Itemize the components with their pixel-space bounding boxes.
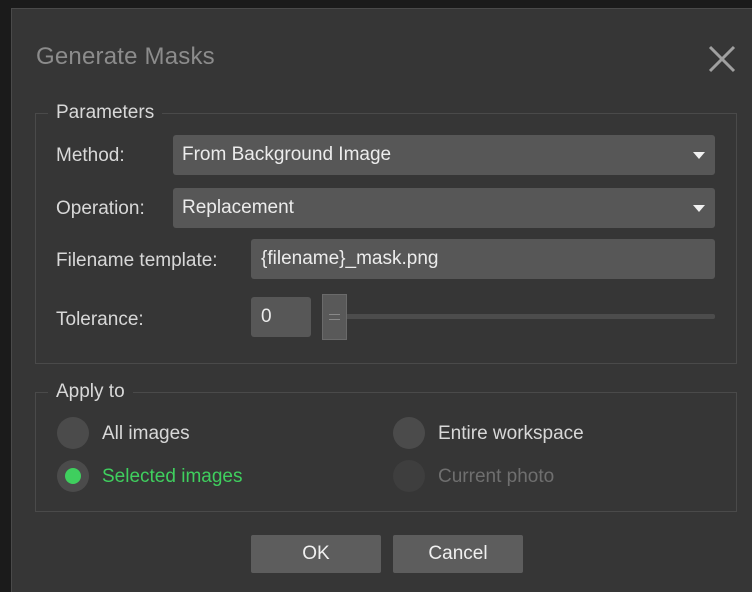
method-dropdown-value: From Background Image (182, 144, 392, 165)
apply-to-group: Apply to (35, 381, 737, 512)
filename-template-label: Filename template: (56, 250, 218, 271)
method-dropdown[interactable]: From Background Image (173, 135, 715, 175)
radio-selected-images-label[interactable]: Selected images (102, 466, 242, 488)
filename-template-input[interactable]: {filename}_mask.png (251, 239, 715, 279)
radio-entire-workspace-label[interactable]: Entire workspace (438, 423, 584, 445)
parameters-group-title: Parameters (48, 102, 163, 124)
tolerance-slider-track[interactable] (324, 314, 715, 319)
operation-label: Operation: (56, 198, 145, 219)
apply-to-group-title: Apply to (48, 381, 133, 403)
radio-selected-dot (65, 468, 81, 484)
operation-dropdown-value: Replacement (182, 197, 294, 218)
dialog-title: Generate Masks (36, 43, 215, 70)
tolerance-label: Tolerance: (56, 309, 144, 330)
radio-all-images[interactable] (57, 417, 89, 449)
radio-selected-images[interactable] (57, 460, 89, 492)
cancel-button[interactable]: Cancel (393, 535, 523, 573)
ok-button[interactable]: OK (251, 535, 381, 573)
chevron-down-icon (693, 205, 705, 212)
close-icon[interactable] (706, 43, 738, 75)
tolerance-slider-handle[interactable] (322, 294, 347, 340)
tolerance-input[interactable]: 0 (251, 297, 311, 337)
method-label: Method: (56, 145, 125, 166)
radio-current-photo-label: Current photo (438, 466, 555, 487)
radio-all-images-label[interactable]: All images (102, 423, 190, 445)
radio-entire-workspace[interactable] (393, 417, 425, 449)
radio-current-photo (393, 460, 425, 492)
operation-dropdown[interactable]: Replacement (173, 188, 715, 228)
chevron-down-icon (693, 152, 705, 159)
